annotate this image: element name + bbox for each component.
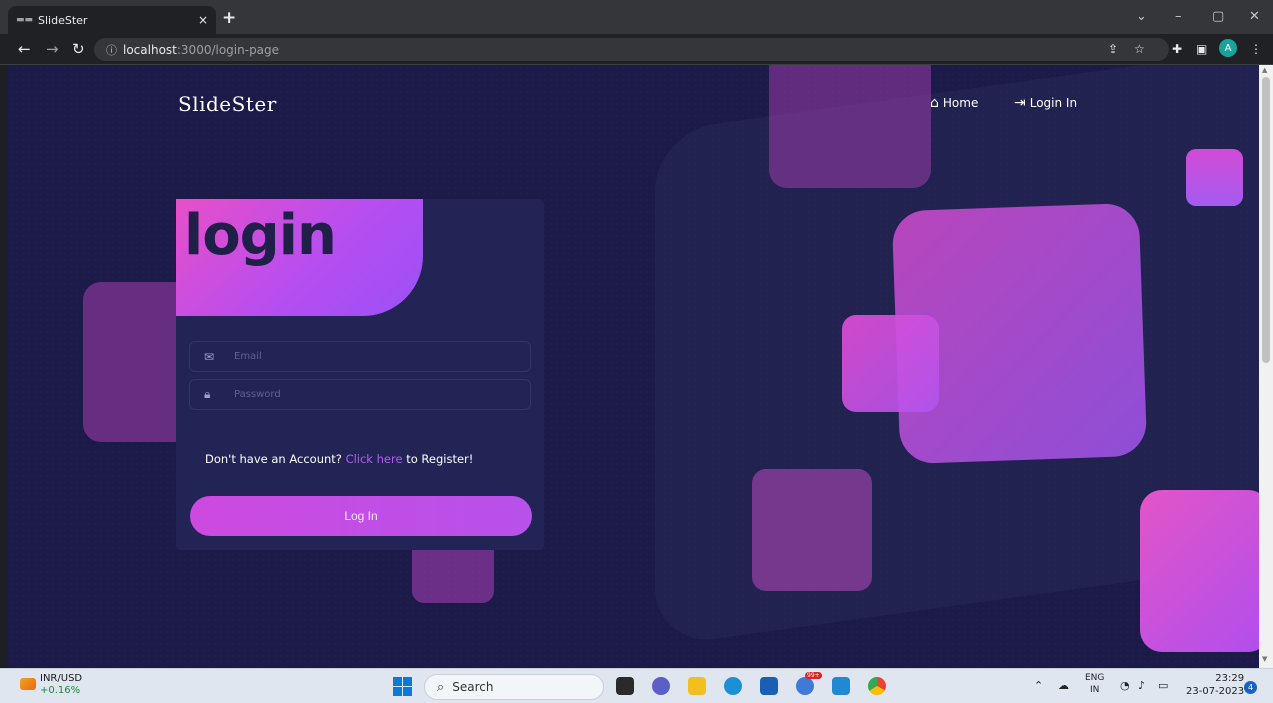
search-icon: ⌕ <box>437 679 445 695</box>
chrome-icon[interactable] <box>868 677 886 695</box>
nav-login-label: Login In <box>1029 96 1078 110</box>
volume-icon[interactable]: ♪ <box>1138 679 1145 692</box>
forward-arrow-icon[interactable]: → <box>46 40 59 58</box>
login-button[interactable]: Log In <box>190 496 532 536</box>
register-prefix: Don't have an Account? <box>205 452 342 466</box>
decor-square <box>752 469 872 591</box>
side-panel-icon[interactable]: ▣ <box>1196 42 1207 56</box>
tab-favicon-icon: ▬▬ <box>16 15 34 25</box>
edge-browser-icon[interactable] <box>724 677 742 695</box>
vscode-icon[interactable] <box>832 677 850 695</box>
url-host: localhost <box>123 42 177 57</box>
store-icon[interactable] <box>760 677 778 695</box>
file-explorer-icon[interactable] <box>688 677 706 695</box>
windows-taskbar: INR/USD +0.16% ⌕ Search 99+ ⌃ ☁ ENG IN ◔… <box>0 668 1273 703</box>
nav-home-label: Home <box>942 96 979 110</box>
decor-square <box>1140 490 1259 652</box>
password-input[interactable] <box>234 389 514 400</box>
lang-bottom: IN <box>1090 685 1100 695</box>
tab-title: SlideSter <box>38 13 88 27</box>
taskbar-search-label: Search <box>452 680 494 694</box>
decor-square <box>842 315 939 412</box>
register-link[interactable]: Click here <box>346 452 403 466</box>
browser-tab-strip: ▬▬ SlideSter × + ⌄ – ▢ ✕ <box>0 0 1273 34</box>
clock-time: 23:29 <box>1215 673 1245 684</box>
scroll-up-icon[interactable]: ▲ <box>1262 66 1267 74</box>
task-view-icon[interactable] <box>616 677 634 695</box>
login-header-banner: login <box>176 199 423 316</box>
ticker-name: INR/USD <box>40 673 83 684</box>
url-path: :3000/login-page <box>176 42 280 57</box>
login-arrow-icon: ⇥ <box>1014 95 1026 111</box>
register-suffix: to Register! <box>406 452 474 466</box>
site-info-icon[interactable]: ⓘ <box>106 42 117 58</box>
nav-home-link[interactable]: ⌂ Home <box>930 95 978 111</box>
app-badge: 99+ <box>805 672 822 679</box>
profile-avatar[interactable]: A <box>1219 39 1237 57</box>
share-icon[interactable]: ⇪ <box>1108 42 1118 56</box>
tray-overflow-icon[interactable]: ⌃ <box>1034 679 1043 692</box>
browser-menu-icon[interactable]: ⋮ <box>1250 42 1262 56</box>
email-field[interactable]: ✉ <box>189 341 531 372</box>
decor-square <box>769 65 931 188</box>
taskbar-search[interactable]: ⌕ Search <box>424 674 604 700</box>
url-field[interactable]: ⓘ localhost :3000/login-page <box>94 38 1169 61</box>
decor-square <box>1186 149 1243 206</box>
back-arrow-icon[interactable]: ← <box>18 40 31 58</box>
browser-tab[interactable]: ▬▬ SlideSter × <box>8 6 216 34</box>
wifi-icon[interactable]: ◔ <box>1120 679 1130 692</box>
scroll-down-icon[interactable]: ▼ <box>1262 655 1267 663</box>
register-prompt: Don't have an Account? Click here to Reg… <box>205 452 473 466</box>
app-icon[interactable]: 99+ <box>796 672 822 695</box>
clock-date: 23-07-2023 <box>1186 686 1245 697</box>
reload-icon[interactable]: ↻ <box>72 40 85 58</box>
page-viewport: SlideSter ⌂ Home ⇥ Login In login ✉ 🔒︎ D… <box>8 65 1259 668</box>
currency-widget-icon <box>20 678 36 690</box>
ticker-change: +0.16% <box>40 685 81 696</box>
home-icon: ⌂ <box>930 95 939 111</box>
new-tab-button[interactable]: + <box>222 8 236 28</box>
nav-login-link[interactable]: ⇥ Login In <box>1014 95 1077 111</box>
lang-top: ENG <box>1085 673 1105 683</box>
notification-badge[interactable]: 4 <box>1244 681 1257 694</box>
tab-search-icon[interactable]: ⌄ <box>1136 9 1147 24</box>
mail-icon: ✉ <box>204 349 215 364</box>
bookmark-star-icon[interactable]: ☆ <box>1134 42 1145 56</box>
tab-close-icon[interactable]: × <box>198 13 208 27</box>
email-input[interactable] <box>234 351 514 362</box>
language-indicator[interactable]: ENG IN <box>1085 672 1104 696</box>
chat-icon[interactable] <box>652 677 670 695</box>
restore-button[interactable]: ▢ <box>1212 9 1224 24</box>
address-bar-row: ← → ↻ ⓘ localhost :3000/login-page ⇪ ☆ ✚… <box>0 34 1273 65</box>
windows-start-icon[interactable] <box>393 677 412 696</box>
battery-icon[interactable]: ▭ <box>1158 679 1168 692</box>
minimize-button[interactable]: – <box>1175 9 1182 24</box>
page-scrollbar[interactable]: ▲ ▼ <box>1259 65 1273 668</box>
password-field[interactable]: 🔒︎ <box>189 379 531 410</box>
weather-icon[interactable]: ☁ <box>1058 679 1069 692</box>
brand-logo[interactable]: SlideSter <box>178 92 277 116</box>
extensions-puzzle-icon[interactable]: ✚ <box>1172 42 1182 56</box>
close-window-button[interactable]: ✕ <box>1249 9 1260 24</box>
login-heading: login <box>184 203 337 268</box>
system-clock[interactable]: 23:29 23-07-2023 <box>1186 672 1244 698</box>
lock-icon: 🔒︎ <box>204 387 211 401</box>
login-card: login ✉ 🔒︎ Don't have an Account? Click … <box>176 199 544 550</box>
scrollbar-thumb[interactable] <box>1262 77 1270 363</box>
